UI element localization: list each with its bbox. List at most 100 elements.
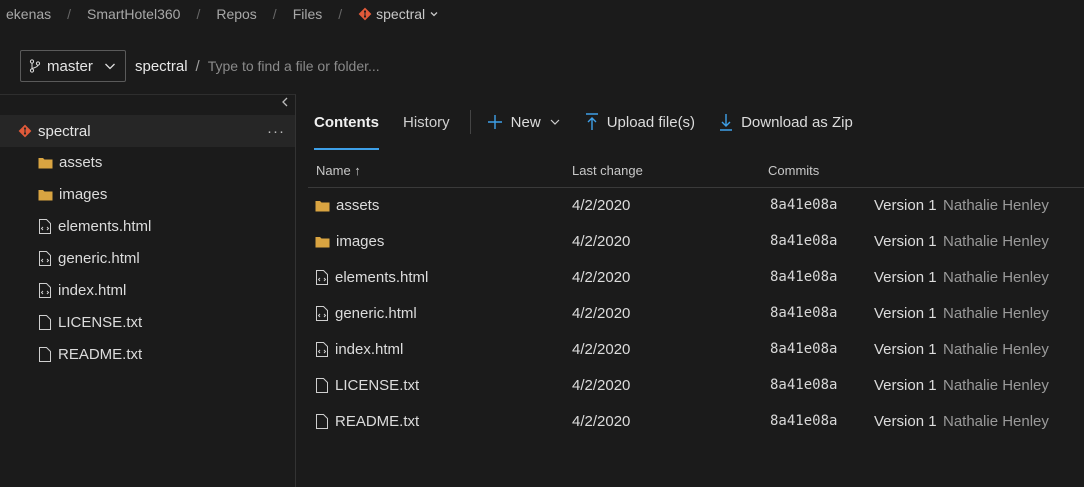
tree-item-label: README.txt: [58, 345, 143, 363]
file-name: README.txt: [335, 413, 420, 430]
file-name-cell[interactable]: images: [315, 233, 384, 250]
breadcrumb-org[interactable]: ekenas: [6, 6, 51, 22]
tree-item-label: assets: [59, 153, 103, 171]
tree-item-license-txt[interactable]: LICENSE.txt: [38, 306, 142, 338]
tree-item-readme-txt[interactable]: README.txt: [38, 338, 142, 370]
tree-item-label: LICENSE.txt: [58, 313, 143, 331]
file-name-cell[interactable]: assets: [315, 197, 379, 214]
last-change-date: 4/2/2020: [572, 197, 631, 214]
commit-id-link[interactable]: 8a41e08a: [770, 377, 837, 393]
table-row[interactable]: index.html 4/2/2020 8a41e08a Version 1 Natha…: [308, 332, 1084, 368]
upload-files-label: Upload file(s): [606, 113, 696, 131]
breadcrumb-separator: /: [338, 6, 343, 22]
download-zip-button[interactable]: Download as Zip: [719, 113, 853, 131]
chevron-down-icon: [103, 59, 117, 73]
tree-item-label: images: [59, 185, 108, 203]
tree-item-index-html[interactable]: index.html: [38, 274, 126, 306]
file-name: elements.html: [335, 269, 429, 286]
more-options-icon[interactable]: ···: [267, 123, 285, 140]
code-file-icon: [315, 342, 329, 357]
file-name-cell[interactable]: README.txt: [315, 413, 419, 430]
table-row[interactable]: LICENSE.txt 4/2/2020 8a41e08a Version 1 Nath…: [308, 368, 1084, 404]
file-name-cell[interactable]: index.html: [315, 341, 403, 358]
folder-icon: [38, 188, 53, 201]
file-icon: [38, 346, 52, 362]
commit-author: Nathalie Henley: [943, 377, 1049, 394]
tree-item-label: elements.html: [58, 217, 152, 235]
commit-id-link[interactable]: 8a41e08a: [770, 413, 837, 429]
last-change-date: 4/2/2020: [572, 413, 631, 430]
file-name: index.html: [335, 341, 404, 358]
file-icon: [38, 314, 52, 330]
toolbar-divider: [469, 110, 471, 134]
table-row[interactable]: assets 4/2/2020 8a41e08a Version 1 Nathalie …: [308, 188, 1084, 224]
commit-id-link[interactable]: 8a41e08a: [770, 269, 837, 285]
breadcrumb: ekenas / SmartHotel360 / Repos / Files /…: [0, 0, 1084, 28]
tree-root-label: spectral: [38, 122, 91, 140]
repo-selector[interactable]: spectral: [358, 6, 439, 22]
repo-name: spectral: [376, 6, 426, 22]
tree-item-generic-html[interactable]: generic.html: [38, 242, 140, 274]
chevron-down-icon: [549, 116, 561, 128]
chevron-down-icon: [429, 9, 439, 19]
path-toolbar: master spectral /: [0, 44, 1084, 88]
file-name: generic.html: [335, 305, 417, 322]
folder-icon: [315, 199, 330, 212]
commit-message-link[interactable]: Version 1: [874, 233, 937, 250]
last-change-date: 4/2/2020: [572, 341, 631, 358]
tree-item-assets[interactable]: assets: [38, 146, 102, 178]
commit-id-link[interactable]: 8a41e08a: [770, 233, 837, 249]
file-name: assets: [336, 197, 380, 214]
git-repo-icon: [358, 7, 372, 21]
path-separator: /: [195, 57, 200, 75]
file-name-cell[interactable]: elements.html: [315, 269, 428, 286]
branch-name: master: [47, 57, 93, 75]
tab-history[interactable]: History: [403, 94, 450, 150]
contents-panel: Contents History New Upload file(s) Down…: [296, 94, 1084, 487]
tab-contents[interactable]: Contents: [314, 94, 379, 150]
table-row[interactable]: images 4/2/2020 8a41e08a Version 1 Nathalie …: [308, 224, 1084, 260]
tree-root-item[interactable]: spectral ···: [0, 115, 295, 147]
tab-bar: Contents History New Upload file(s) Down…: [296, 94, 1084, 150]
breadcrumb-repos[interactable]: Repos: [216, 6, 256, 22]
tree-item-label: generic.html: [58, 249, 140, 267]
commit-id-link[interactable]: 8a41e08a: [770, 341, 837, 357]
column-header-name[interactable]: Name ↑: [316, 163, 361, 178]
breadcrumb-files[interactable]: Files: [293, 6, 323, 22]
breadcrumb-separator: /: [196, 6, 201, 22]
path-search-input[interactable]: [207, 58, 508, 74]
commit-message-link[interactable]: Version 1: [874, 197, 937, 214]
file-name-cell[interactable]: generic.html: [315, 305, 417, 322]
table-row[interactable]: generic.html 4/2/2020 8a41e08a Version 1 Nat…: [308, 296, 1084, 332]
commit-author: Nathalie Henley: [943, 413, 1049, 430]
commit-message-link[interactable]: Version 1: [874, 341, 937, 358]
tree-item-images[interactable]: images: [38, 178, 107, 210]
upload-icon: [585, 113, 599, 131]
commit-message-link[interactable]: Version 1: [874, 377, 937, 394]
commit-message-link[interactable]: Version 1: [874, 413, 937, 430]
commit-message-link[interactable]: Version 1: [874, 305, 937, 322]
table-row[interactable]: README.txt 4/2/2020 8a41e08a Version 1 Natha…: [308, 404, 1084, 440]
column-header-last-change: Last change: [572, 163, 643, 178]
branch-selector[interactable]: master: [20, 50, 126, 82]
file-name-cell[interactable]: LICENSE.txt: [315, 377, 419, 394]
table-row[interactable]: elements.html 4/2/2020 8a41e08a Version 1 Na…: [308, 260, 1084, 296]
code-file-icon: [38, 282, 52, 298]
breadcrumb-project[interactable]: SmartHotel360: [87, 6, 180, 22]
new-button[interactable]: New: [487, 114, 561, 131]
table-header: Name ↑ Last change Commits: [308, 154, 1084, 188]
commit-id-link[interactable]: 8a41e08a: [770, 197, 837, 213]
branch-icon: [29, 59, 41, 73]
collapse-sidebar-icon[interactable]: [281, 97, 289, 107]
commit-message-link[interactable]: Version 1: [874, 269, 937, 286]
code-file-icon: [315, 306, 329, 321]
git-repo-icon: [18, 124, 32, 138]
path-root-link[interactable]: spectral: [135, 58, 188, 75]
last-change-date: 4/2/2020: [572, 233, 631, 250]
commit-id-link[interactable]: 8a41e08a: [770, 305, 837, 321]
upload-files-button[interactable]: Upload file(s): [585, 113, 695, 131]
last-change-date: 4/2/2020: [572, 377, 631, 394]
commit-author: Nathalie Henley: [943, 269, 1049, 286]
column-header-commits: Commits: [768, 163, 820, 178]
tree-item-elements-html[interactable]: elements.html: [38, 210, 151, 242]
